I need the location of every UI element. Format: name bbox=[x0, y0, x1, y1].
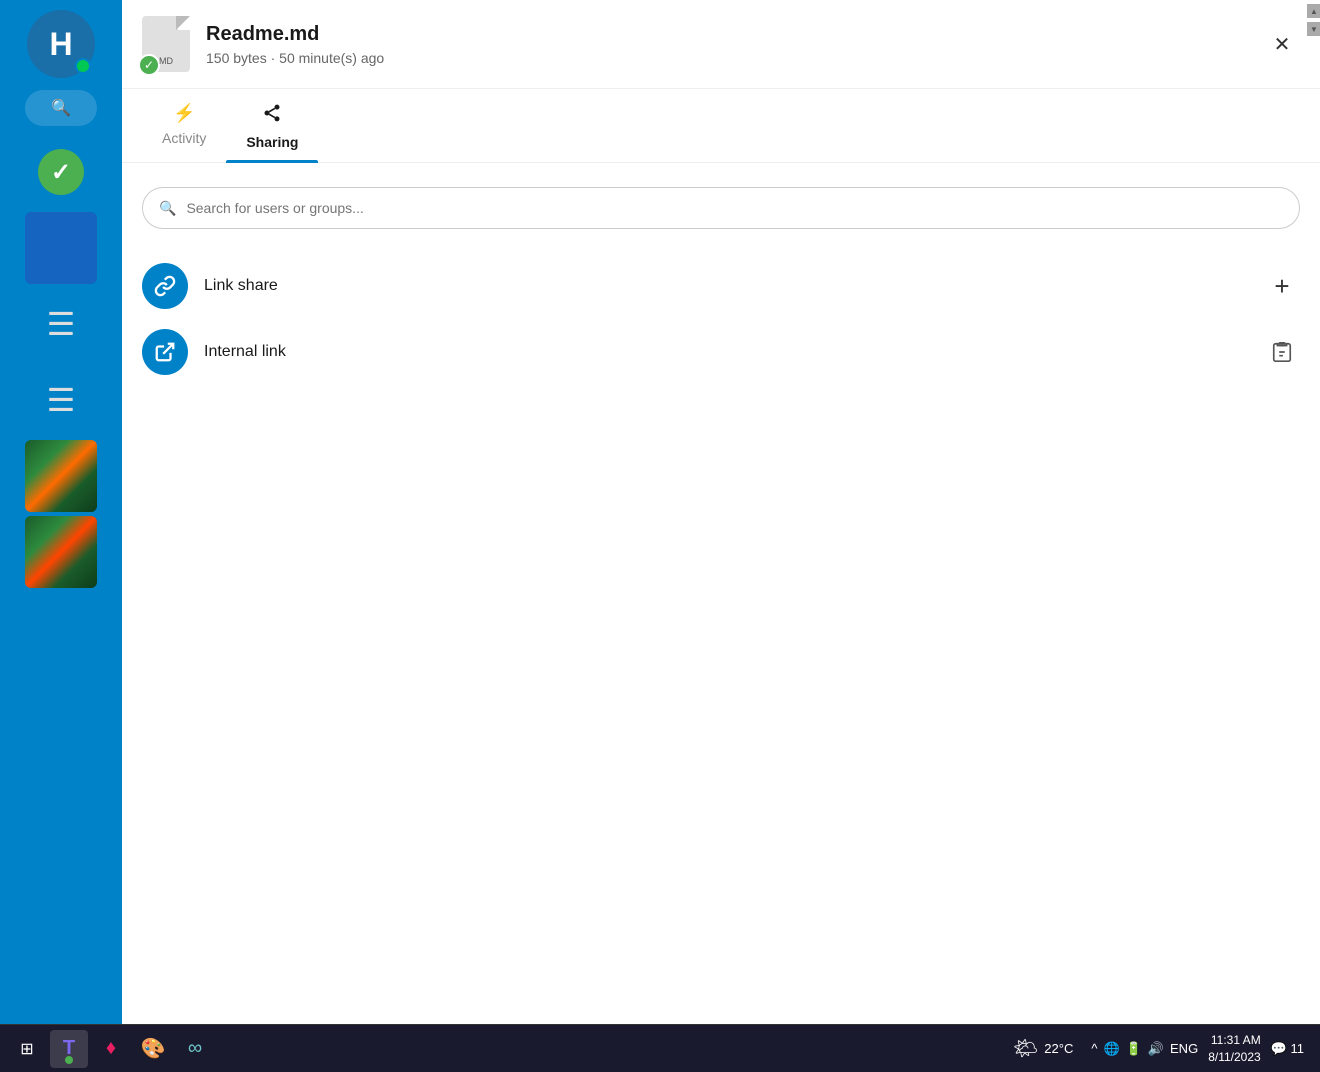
close-button[interactable]: ✕ bbox=[1264, 26, 1300, 62]
search-icon: 🔍 bbox=[51, 98, 71, 118]
sidebar-item-files[interactable] bbox=[25, 212, 97, 284]
notes-icon: ☰ bbox=[47, 305, 76, 343]
close-icon: ✕ bbox=[1274, 32, 1291, 57]
add-icon: + bbox=[1274, 271, 1289, 302]
weather-temp: 22°C bbox=[1044, 1041, 1073, 1056]
content-area: 🔍 Link share + bbox=[122, 163, 1320, 409]
sidebar-item-activity[interactable]: ✓ bbox=[25, 136, 97, 208]
search-button[interactable]: 🔍 bbox=[25, 90, 97, 126]
app2-icon: ♦ bbox=[106, 1037, 116, 1060]
file-name: Readme.md bbox=[206, 23, 1264, 46]
tab-activity[interactable]: ⚡ Activity bbox=[142, 89, 226, 162]
search-users-input[interactable] bbox=[186, 200, 1283, 216]
file-status-badge: ✓ bbox=[138, 54, 160, 76]
share-item-internal: Internal link bbox=[142, 319, 1300, 385]
volume-icon: 🔊 bbox=[1148, 1041, 1164, 1057]
scroll-up-button[interactable]: ▲ bbox=[1307, 4, 1320, 18]
tab-sharing[interactable]: Sharing bbox=[226, 89, 318, 162]
avatar[interactable]: H bbox=[27, 10, 95, 78]
search-bar[interactable]: 🔍 bbox=[142, 187, 1300, 229]
taskbar-nextcloud[interactable]: ∞ bbox=[176, 1030, 214, 1068]
weather-icon: 🌤 bbox=[1013, 1036, 1038, 1061]
taskbar-teams[interactable]: T bbox=[50, 1030, 88, 1068]
system-tray: ^ 🌐 🔋 🔊 ENG bbox=[1091, 1041, 1198, 1057]
lang-label: ENG bbox=[1170, 1041, 1198, 1056]
sidebar-thumbnail-2[interactable] bbox=[25, 516, 97, 588]
taskbar-left: ⊞ T ♦ 🎨 ∞ bbox=[8, 1030, 1005, 1068]
notification-center[interactable]: 💬 11 bbox=[1271, 1041, 1304, 1057]
scroll-up-icon: ▲ bbox=[1310, 7, 1318, 16]
file-panel-header: MD ✓ Readme.md 150 bytes · 50 minute(s) … bbox=[122, 0, 1320, 89]
add-link-share-button[interactable]: + bbox=[1264, 268, 1300, 304]
taskbar-show-desktop[interactable]: ⊞ bbox=[8, 1030, 46, 1068]
scroll-down-icon: ▼ bbox=[1310, 25, 1318, 34]
desktop: H 🔍 ✓ ☰ ☰ bbox=[0, 0, 1320, 1072]
taskbar-right: 🌤 22°C ^ 🌐 🔋 🔊 ENG 11:31 AM 8/11/2023 💬 … bbox=[1005, 1032, 1312, 1066]
taskbar-app3[interactable]: 🎨 bbox=[134, 1030, 172, 1068]
file-panel: MD ✓ Readme.md 150 bytes · 50 minute(s) … bbox=[122, 0, 1320, 1024]
copy-internal-link-button[interactable] bbox=[1264, 334, 1300, 370]
tabs-container: ⚡ Activity Sharing bbox=[122, 89, 1320, 163]
check-icon: ✓ bbox=[38, 149, 84, 195]
tray-chevron[interactable]: ^ bbox=[1091, 1041, 1097, 1056]
sharing-icon bbox=[262, 103, 282, 128]
teams-badge bbox=[65, 1056, 73, 1064]
sidebar-item-tasks[interactable]: ☰ bbox=[25, 364, 97, 436]
weather-widget: 🌤 22°C bbox=[1005, 1032, 1081, 1065]
scroll-down-button[interactable]: ▼ bbox=[1307, 22, 1320, 36]
file-meta: 150 bytes · 50 minute(s) ago bbox=[206, 50, 1264, 66]
clock-time: 11:31 AM bbox=[1208, 1032, 1261, 1049]
file-info: Readme.md 150 bytes · 50 minute(s) ago bbox=[206, 23, 1264, 66]
notification-count: 11 bbox=[1291, 1041, 1305, 1056]
internal-link-icon bbox=[142, 329, 188, 375]
battery-icon: 🔋 bbox=[1126, 1041, 1142, 1057]
tab-sharing-label: Sharing bbox=[246, 134, 298, 150]
taskbar-app2[interactable]: ♦ bbox=[92, 1030, 130, 1068]
link-share-label: Link share bbox=[204, 277, 1248, 295]
online-badge bbox=[75, 58, 91, 74]
nextcloud-icon: ∞ bbox=[188, 1037, 202, 1060]
sidebar-thumbnail-1[interactable] bbox=[25, 440, 97, 512]
avatar-letter: H bbox=[49, 26, 72, 63]
share-item-link: Link share + bbox=[142, 253, 1300, 319]
search-input-icon: 🔍 bbox=[159, 200, 176, 217]
tab-activity-label: Activity bbox=[162, 130, 206, 146]
app3-icon: 🎨 bbox=[141, 1036, 166, 1061]
nc-sidebar: H 🔍 ✓ ☰ ☰ bbox=[0, 0, 122, 1024]
internal-link-label: Internal link bbox=[204, 343, 1248, 361]
scrollbar: ▲ ▼ bbox=[1308, 0, 1320, 1024]
tasks-icon: ☰ bbox=[47, 381, 76, 419]
link-share-icon bbox=[142, 263, 188, 309]
taskbar-clock: 11:31 AM 8/11/2023 bbox=[1208, 1032, 1261, 1066]
file-icon-wrapper: MD ✓ bbox=[142, 16, 190, 72]
clock-date: 8/11/2023 bbox=[1208, 1049, 1261, 1066]
file-icon-text: MD bbox=[159, 56, 173, 66]
sidebar-item-notes[interactable]: ☰ bbox=[25, 288, 97, 360]
taskbar: ⊞ T ♦ 🎨 ∞ 🌤 22°C ^ 🌐 bbox=[0, 1024, 1320, 1072]
activity-icon: ⚡ bbox=[173, 103, 195, 124]
show-desktop-icon: ⊞ bbox=[20, 1039, 33, 1059]
network-icon: 🌐 bbox=[1103, 1041, 1119, 1057]
